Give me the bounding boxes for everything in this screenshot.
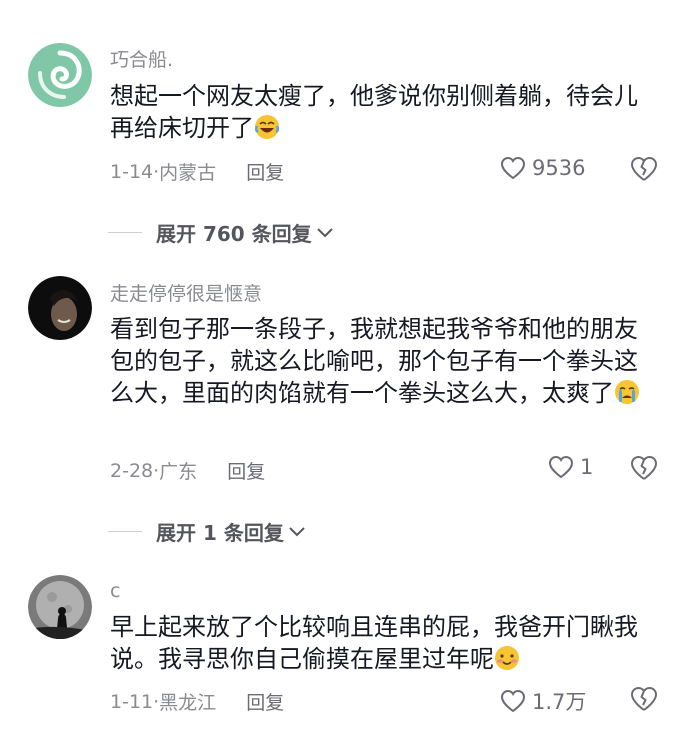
comment-meta: 1-11 · 黑龙江 回复 (110, 688, 284, 715)
comment-text-content: 早上起来放了个比较响且连串的屁，我爸开门瞅我说。我寻思你自己偷摸在屋里过年呢 (110, 613, 638, 673)
comment-date: 1-14 (110, 160, 154, 183)
comment-meta: 2-28 · 广东 回复 (110, 457, 265, 484)
comment-text: 早上起来放了个比较响且连串的屁，我爸开门瞅我说。我寻思你自己偷摸在屋里过年呢 (110, 611, 655, 675)
username[interactable]: c (110, 580, 120, 602)
comment-text: 想起一个网友太瘦了，他爹说你别侧着躺，待会儿再给床切开了 (110, 80, 655, 144)
reply-button[interactable]: 回复 (246, 158, 284, 185)
heart-icon (548, 455, 574, 479)
expand-replies-button[interactable]: 展开 1 条回复 (108, 517, 306, 546)
dislike-button[interactable] (630, 156, 658, 186)
avatar[interactable] (28, 43, 92, 107)
laughing-tears-emoji-icon (254, 115, 280, 139)
comment-location: 黑龙江 (159, 692, 217, 714)
like-count: 1 (580, 455, 594, 479)
broken-heart-icon (631, 687, 657, 711)
comment-text-content: 想起一个网友太瘦了，他爹说你别侧着躺，待会儿再给床切开了 (110, 82, 638, 142)
broken-heart-icon (631, 456, 657, 480)
shy-smile-emoji-icon (495, 646, 519, 670)
comment-text-content: 看到包子那一条段子，我就想起我爷爷和他的朋友包的包子，就这么比喻吧，那个包子有一… (110, 315, 638, 407)
broken-heart-icon (631, 157, 657, 181)
comment-date: 1-11 (110, 690, 154, 713)
expand-replies-label: 展开 1 条回复 (156, 521, 284, 545)
comment-date: 2-28 (110, 459, 154, 482)
expand-replies-button[interactable]: 展开 760 条回复 (108, 218, 334, 247)
heart-icon (500, 689, 526, 713)
like-count: 9536 (532, 156, 586, 180)
dislike-button[interactable] (630, 455, 658, 485)
heart-icon (500, 156, 526, 180)
divider (108, 232, 142, 233)
like-count: 1.7万 (532, 690, 587, 714)
comment-location: 内蒙古 (159, 162, 217, 184)
chevron-down-icon (289, 526, 305, 536)
reply-button[interactable]: 回复 (227, 457, 265, 484)
username[interactable]: 走走停停很是惬意 (110, 279, 262, 306)
like-button[interactable]: 1.7万 (500, 686, 586, 716)
crying-emoji-icon (615, 380, 639, 404)
dislike-button[interactable] (630, 686, 658, 716)
reply-button[interactable]: 回复 (246, 688, 284, 715)
avatar[interactable] (28, 276, 92, 340)
comment-text: 看到包子那一条段子，我就想起我爷爷和他的朋友包的包子，就这么比喻吧，那个包子有一… (110, 313, 655, 409)
like-button[interactable]: 9536 (500, 156, 585, 180)
comment-meta: 1-14 · 内蒙古 回复 (110, 158, 284, 185)
chevron-down-icon (316, 227, 333, 237)
username[interactable]: 巧合船. (110, 45, 173, 72)
avatar[interactable] (28, 575, 92, 639)
like-button[interactable]: 1 (548, 455, 593, 479)
expand-replies-label: 展开 760 条回复 (156, 222, 312, 246)
divider (108, 531, 142, 532)
comment-location: 广东 (159, 461, 198, 483)
